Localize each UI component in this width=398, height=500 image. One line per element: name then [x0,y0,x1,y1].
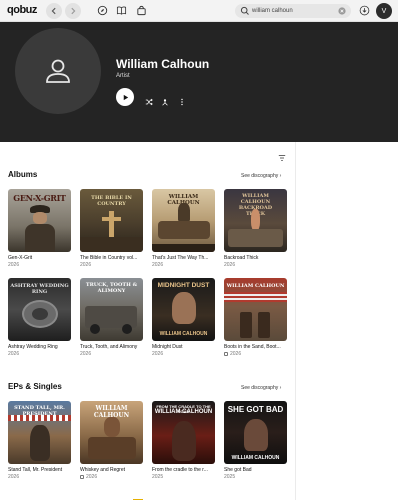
albums-section-title: Albums [8,170,38,179]
more-vertical-icon [181,98,183,106]
single-card[interactable]: WILLIAM CALHOUN Whiskey and Regret 2026 [80,401,143,500]
single-year: 2025 [152,474,164,480]
single-cover: WILLIAM CALHOUN [80,401,143,464]
cover-title: THE BIBLE IN COUNTRY [91,195,132,207]
album-card[interactable]: WILLIAM CALHOUN Boots in the Sand, Boot.… [224,278,287,357]
album-year: 2026 [80,262,92,268]
album-card[interactable]: ASHTRAY WEDDING RING Ashtray Wedding Rin… [8,278,71,357]
bag-icon [137,5,146,16]
album-title: Backroad Thick [224,255,259,261]
album-title: Gen-X-Grit [8,255,33,261]
eps-section-title: EPs & Singles [8,382,62,391]
hi-res-icon [80,475,84,479]
single-card[interactable]: SHE GOT BAD WILLIAM CALHOUN She got Bad … [224,401,287,480]
artist-role: Artist [116,73,130,79]
search-input[interactable]: william calhoun [235,4,351,18]
shuffle-icon [145,98,153,106]
album-cover: WILLIAM CALHOUN [224,278,287,341]
user-avatar-button[interactable]: V [376,3,392,19]
clear-search-icon[interactable] [338,7,346,15]
compass-icon [97,5,108,16]
album-card[interactable]: GEN-X-GRIT Gen-X-Grit 2026 [8,189,71,268]
album-year: 2026 [80,351,92,357]
single-cover: STAND TALL, MR. PRESIDENT [8,401,71,464]
album-cover: WILLIAM CALHOUN [152,189,215,252]
single-title: From the cradle to the r... [152,467,208,473]
single-card[interactable]: FROM THE CRADLE TO THE ROAD WILLIAM CALH… [152,401,215,480]
single-cover: SHE GOT BAD WILLIAM CALHOUN [224,401,287,464]
chevron-right-icon [71,7,76,15]
cover-title: MIDNIGHT DUST [157,282,210,289]
album-title: That's Just The Way Th... [152,255,209,261]
cover-artist: WILLIAM CALHOUN [231,455,280,461]
album-cover: GEN-X-GRIT [8,189,71,252]
cover-title: ASHTRAY WEDDING RING [10,283,69,295]
store-button[interactable] [136,5,147,16]
right-panel [295,142,398,500]
album-card[interactable]: THE BIBLE IN COUNTRY The Bible in Countr… [80,189,143,268]
single-year: 2025 [224,474,236,480]
single-cover: FROM THE CRADLE TO THE ROAD WILLIAM CALH… [152,401,215,464]
back-button[interactable] [46,3,62,19]
filter-icon[interactable] [278,154,286,162]
albums-see-discography-link[interactable]: See discography › [241,173,281,179]
search-value: william calhoun [252,8,293,14]
album-year: 2026 [8,351,20,357]
album-card[interactable]: WILLIAM CALHOUN BACKROAD THICK Backroad … [224,189,287,268]
album-title: Midnight Dust [152,344,183,350]
cover-title: TRUCK, TOOTH & ALIMONY [85,282,138,294]
album-year: 2026 [224,262,236,268]
album-year: 2026 [8,262,20,268]
artist-avatar [15,28,101,114]
more-options-button[interactable] [178,93,186,106]
single-title: Stand Tall, Mr. President [8,467,63,473]
hi-res-icon [224,352,228,356]
cover-artist: WILLIAM CALHOUN [159,331,208,337]
top-bar: qobuz william calhoun V [0,0,398,22]
discover-button[interactable] [97,5,108,16]
album-card[interactable]: WILLIAM CALHOUN That's Just The Way Th..… [152,189,215,268]
main-content: Albums See discography › GEN-X-GRIT Gen-… [0,142,295,500]
radio-button[interactable] [161,93,169,106]
library-button[interactable] [116,5,127,16]
eps-see-discography-link[interactable]: See discography › [241,385,281,391]
artist-header: William Calhoun Artist [0,22,398,142]
album-year: 2026 [224,351,287,357]
album-cover: WILLIAM CALHOUN BACKROAD THICK [224,189,287,252]
play-icon [123,94,128,100]
book-icon [116,6,127,15]
chevron-left-icon [51,7,56,15]
single-title: She got Bad [224,467,252,473]
album-card[interactable]: MIDNIGHT DUST WILLIAM CALHOUN Midnight D… [152,278,215,357]
album-cover: TRUCK, TOOTH & ALIMONY [80,278,143,341]
album-cover: ASHTRAY WEDDING RING [8,278,71,341]
shuffle-button[interactable] [145,93,153,106]
single-card[interactable]: STAND TALL, MR. PRESIDENT Stand Tall, Mr… [8,401,71,480]
cover-title: WILLIAM CALHOUN [226,283,285,289]
qobuz-logo[interactable]: qobuz [7,4,37,16]
single-title: Whiskey and Regret [80,467,126,473]
download-icon [359,5,370,16]
album-year: 2026 [152,351,164,357]
album-cover: MIDNIGHT DUST WILLIAM CALHOUN [152,278,215,341]
cover-artist: WILLIAM CALHOUN [154,409,213,415]
album-title: Boots in the Sand, Boot... [224,344,281,350]
downloads-button[interactable] [359,5,370,16]
cover-title: SHE GOT BAD [227,405,284,414]
album-title: Ashtray Wedding Ring [8,344,58,350]
album-cover: THE BIBLE IN COUNTRY [80,189,143,252]
single-year: 2026 [80,474,143,480]
search-icon [240,6,249,15]
forward-button[interactable] [65,3,81,19]
play-button[interactable] [116,88,134,106]
album-card[interactable]: TRUCK, TOOTH & ALIMONY Truck, Tooth, and… [80,278,143,357]
user-icon [46,59,70,83]
album-year: 2026 [152,262,164,268]
artist-name: William Calhoun [116,57,210,71]
cover-title: GEN-X-GRIT [13,193,66,203]
album-title: Truck, Tooth, and Alimony [80,344,138,350]
single-year: 2026 [8,474,20,480]
radio-icon [162,99,168,106]
album-title: The Bible in Country vol... [80,255,138,261]
